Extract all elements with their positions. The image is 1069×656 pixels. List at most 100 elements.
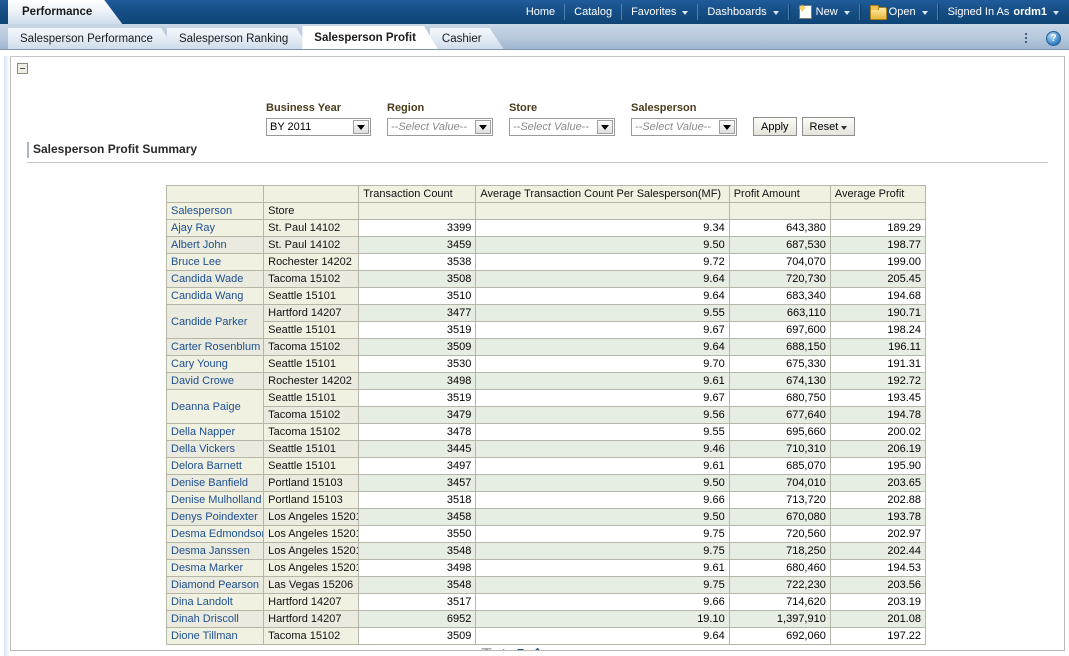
reset-button[interactable]: Reset <box>801 117 856 136</box>
chevron-down-icon[interactable] <box>719 120 735 134</box>
first-page-icon[interactable] <box>480 648 493 650</box>
table-row: Della Napper Tacoma 15102 3478 9.55 695,660 2… <box>165 423 927 441</box>
cell-average-profit: 189.29 <box>829 219 927 237</box>
cell-salesperson[interactable]: Denys Poindexter <box>165 508 265 526</box>
cell-profit-amount: 674,130 <box>728 372 831 390</box>
nav-catalog[interactable]: Catalog <box>565 4 623 20</box>
cell-salesperson[interactable]: Deanna Paige <box>165 389 265 424</box>
cell-average-profit: 197.22 <box>829 627 927 645</box>
cell-salesperson[interactable]: Albert John <box>165 236 265 254</box>
chevron-down-icon <box>841 125 848 130</box>
chevron-down-icon[interactable] <box>597 120 613 134</box>
cell-profit-amount: 692,060 <box>728 627 831 645</box>
cell-salesperson[interactable]: Desma Edmondson <box>165 525 265 543</box>
cell-average-transaction-count: 9.55 <box>475 304 730 322</box>
tab-salesperson-ranking[interactable]: Salesperson Ranking <box>167 28 310 49</box>
help-icon[interactable]: ? <box>1046 31 1061 46</box>
previous-page-icon[interactable] <box>497 648 510 650</box>
cell-average-profit: 206.19 <box>829 440 927 458</box>
region-value: --Select Value-- <box>391 121 468 133</box>
header-store[interactable]: Store <box>263 202 360 220</box>
table-row: Albert John St. Paul 14102 3459 9.50 687,530… <box>165 236 927 254</box>
cell-salesperson[interactable]: Dinah Driscoll <box>165 610 265 628</box>
last-page-icon[interactable] <box>531 648 544 650</box>
chevron-down-icon[interactable] <box>475 120 491 134</box>
cell-average-transaction-count: 9.64 <box>475 627 730 645</box>
cell-salesperson[interactable]: Carter Rosenblum <box>165 338 265 356</box>
cell-transaction-count: 3519 <box>358 321 477 339</box>
cell-salesperson[interactable]: Bruce Lee <box>165 253 265 271</box>
cell-salesperson[interactable]: Dione Tillman <box>165 627 265 645</box>
cell-profit-amount: 670,080 <box>728 508 831 526</box>
header-average-transaction-count-per-salesperson[interactable]: Average Transaction Count Per Salesperso… <box>475 185 730 203</box>
cell-salesperson[interactable]: Desma Marker <box>165 559 265 577</box>
cell-salesperson[interactable]: Desma Janssen <box>165 542 265 560</box>
cell-salesperson[interactable]: David Crowe <box>165 372 265 390</box>
cell-store: Seattle 15101 <box>263 440 360 458</box>
cell-salesperson[interactable]: Candida Wade <box>165 270 265 288</box>
filter-bar: Business Year BY 2011 Region --Select Va… <box>11 74 1064 136</box>
cell-store: Seattle 15101 <box>263 321 360 339</box>
cell-average-transaction-count: 9.61 <box>475 559 730 577</box>
cell-store: Hartford 14207 <box>263 593 360 611</box>
cell-salesperson[interactable]: Della Vickers <box>165 440 265 458</box>
header-salesperson[interactable]: Salesperson <box>165 202 265 220</box>
reset-button-label: Reset <box>809 120 839 133</box>
nav-home-label: Home <box>525 6 556 18</box>
cell-profit-amount: 643,380 <box>728 219 831 237</box>
cell-salesperson[interactable]: Cary Young <box>165 355 265 373</box>
signed-in-as[interactable]: Signed In As ordm1 <box>937 4 1063 20</box>
table-row: Desma Janssen Los Angeles 15201 3548 9.75 71… <box>165 542 927 560</box>
header-transaction-count[interactable]: Transaction Count <box>358 185 477 203</box>
cell-salesperson[interactable]: Ajay Ray <box>165 219 265 237</box>
page-options-icon[interactable] <box>1025 32 1040 45</box>
cell-salesperson[interactable]: Dina Landolt <box>165 593 265 611</box>
signed-in-username: ordm1 <box>1013 6 1047 18</box>
cell-salesperson[interactable]: Candida Wang <box>165 287 265 305</box>
collapse-section-icon[interactable] <box>17 63 28 74</box>
cell-salesperson[interactable]: Denise Banfield <box>165 474 265 492</box>
dashboard-tab-performance[interactable]: Performance <box>8 0 122 24</box>
cell-average-transaction-count: 9.75 <box>475 576 730 594</box>
business-year-select[interactable]: BY 2011 <box>266 118 371 136</box>
page-body: Business Year BY 2011 Region --Select Va… <box>0 50 1069 656</box>
apply-button[interactable]: Apply <box>753 117 797 136</box>
nav-favorites[interactable]: Favorites <box>622 4 699 20</box>
cell-store: Hartford 14207 <box>263 610 360 628</box>
header-profit-amount[interactable]: Profit Amount <box>728 185 831 203</box>
tab-salesperson-performance[interactable]: Salesperson Performance <box>8 28 175 49</box>
cell-store: Los Angeles 15201 <box>263 559 360 577</box>
nav-home[interactable]: Home <box>517 4 566 20</box>
cell-transaction-count: 3478 <box>358 423 477 441</box>
cell-average-profit: 193.78 <box>829 508 927 526</box>
chevron-down-icon <box>921 11 928 15</box>
cell-profit-amount: 720,560 <box>728 525 831 543</box>
cell-store: Las Vegas 15206 <box>263 576 360 594</box>
next-page-icon[interactable] <box>514 648 527 650</box>
filter-region-label: Region <box>387 102 425 114</box>
nav-dashboards[interactable]: Dashboards <box>698 4 789 20</box>
table-row: Diamond Pearson Las Vegas 15206 3548 9.75 72… <box>165 576 927 594</box>
cell-salesperson[interactable]: Candide Parker <box>165 304 265 339</box>
header-spacer-5 <box>728 202 831 220</box>
cell-profit-amount: 697,600 <box>728 321 831 339</box>
store-select[interactable]: --Select Value-- <box>509 118 615 136</box>
nav-open[interactable]: Open <box>859 4 938 20</box>
cell-average-transaction-count: 9.66 <box>475 593 730 611</box>
salesperson-select[interactable]: --Select Value-- <box>631 118 737 136</box>
cell-salesperson[interactable]: Della Napper <box>165 423 265 441</box>
tab-salesperson-profit[interactable]: Salesperson Profit <box>302 26 438 49</box>
top-blue-bar: Performance Home Catalog Favorites Dashb… <box>0 0 1069 24</box>
table-row: Deanna Paige Seattle 15101 3519 9.67 680,750… <box>165 389 927 424</box>
cell-salesperson[interactable]: Diamond Pearson <box>165 576 265 594</box>
cell-average-transaction-count: 9.75 <box>475 542 730 560</box>
header-average-profit[interactable]: Average Profit <box>829 185 927 203</box>
cell-profit-amount: 704,070 <box>728 253 831 271</box>
cell-salesperson[interactable]: Delora Barnett <box>165 457 265 475</box>
tab-cashier[interactable]: Cashier <box>430 28 504 49</box>
cell-salesperson[interactable]: Denise Mulholland <box>165 491 265 509</box>
chevron-down-icon[interactable] <box>353 120 369 134</box>
cell-average-profit: 190.71 <box>829 304 927 322</box>
nav-new[interactable]: New <box>788 1 860 20</box>
region-select[interactable]: --Select Value-- <box>387 118 493 136</box>
